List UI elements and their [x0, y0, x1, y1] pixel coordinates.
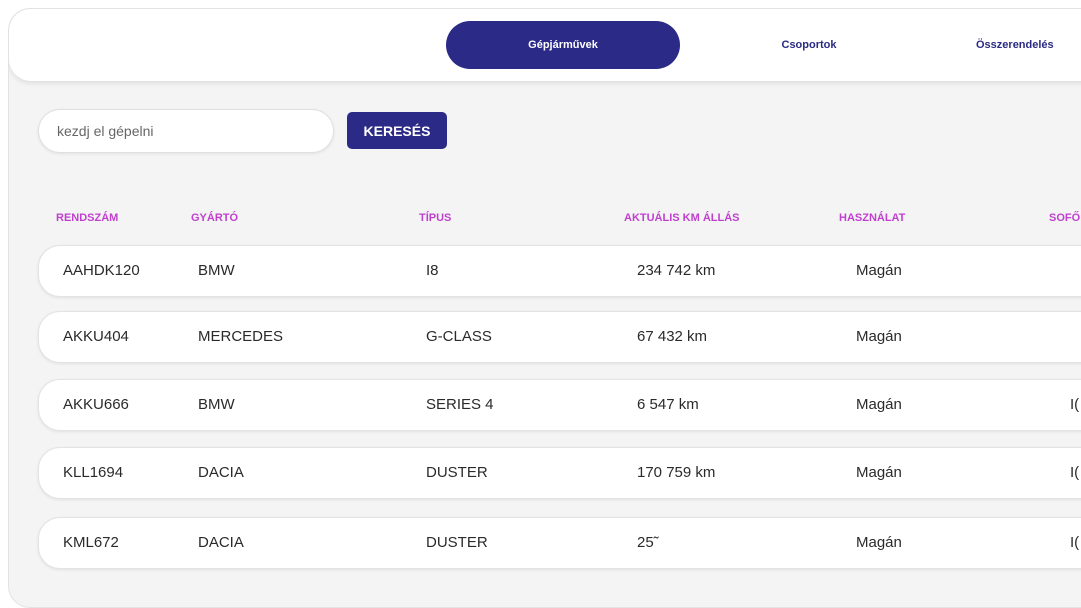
top-navigation-bar: Gépjárművek Csoportok Összerendelés — [9, 9, 1081, 81]
maker-cell: BMW — [198, 396, 235, 413]
search-field[interactable] — [38, 109, 334, 153]
tab-vehicles[interactable]: Gépjárművek — [446, 21, 680, 69]
type-cell: DUSTER — [426, 464, 488, 481]
km-cell: 6 547 km — [637, 396, 699, 413]
search-input[interactable] — [39, 110, 333, 152]
column-header-km[interactable]: AKTUÁLIS KM ÁLLÁS — [624, 212, 740, 224]
driver-cell: I( — [1070, 396, 1080, 413]
app-container: Gépjárművek Csoportok Összerendelés KERE… — [8, 8, 1081, 608]
driver-cell: I( — [1070, 534, 1080, 551]
type-cell: I8 — [426, 262, 439, 279]
column-header-plate[interactable]: RENDSZÁM — [56, 212, 118, 224]
driver-cell: I( — [1070, 464, 1080, 481]
search-button[interactable]: KERESÉS — [347, 112, 447, 149]
km-cell: 234 742 km — [637, 262, 716, 279]
tab-assignments[interactable]: Összerendelés — [976, 21, 1081, 69]
column-header-maker[interactable]: GYÁRTÓ — [191, 212, 238, 224]
plate-cell: AKKU666 — [63, 396, 129, 413]
maker-cell: MERCEDES — [198, 328, 284, 345]
km-cell: 67 432 km — [637, 328, 708, 345]
km-cell: 25˜ — [637, 534, 659, 551]
table-row[interactable]: AAHDK120 BMW I8 234 742 km Magán — [38, 245, 1081, 297]
type-cell: DUSTER — [426, 534, 488, 551]
usage-cell: Magán — [856, 328, 902, 345]
plate-cell: KML672 — [63, 534, 119, 551]
usage-cell: Magán — [856, 396, 902, 413]
table-row[interactable]: KML672 DACIA DUSTER 25˜ Magán I( — [38, 517, 1081, 569]
maker-cell: DACIA — [198, 464, 244, 481]
table-row[interactable]: AKKU666 BMW SERIES 4 6 547 km Magán I( — [38, 379, 1081, 431]
table-row[interactable]: KLL1694 DACIA DUSTER 170 759 km Magán I( — [38, 447, 1081, 499]
column-header-type[interactable]: TÍPUS — [419, 212, 451, 224]
column-header-driver[interactable]: SOFŐ — [1049, 212, 1080, 224]
type-cell: SERIES 4 — [426, 396, 494, 413]
maker-cell: BMW — [198, 262, 235, 279]
km-cell: 170 759 km — [637, 464, 716, 481]
table-row[interactable]: AKKU404 MERCEDES G-CLASS 67 432 km Magán — [38, 311, 1081, 363]
type-cell: G-CLASS — [426, 328, 492, 345]
usage-cell: Magán — [856, 534, 902, 551]
plate-cell: AKKU404 — [63, 328, 129, 345]
plate-cell: AAHDK120 — [63, 262, 140, 279]
usage-cell: Magán — [856, 262, 902, 279]
plate-cell: KLL1694 — [63, 464, 124, 481]
usage-cell: Magán — [856, 464, 902, 481]
tab-groups[interactable]: Csoportok — [709, 21, 909, 69]
column-header-usage[interactable]: HASZNÁLAT — [839, 212, 905, 224]
maker-cell: DACIA — [198, 534, 244, 551]
